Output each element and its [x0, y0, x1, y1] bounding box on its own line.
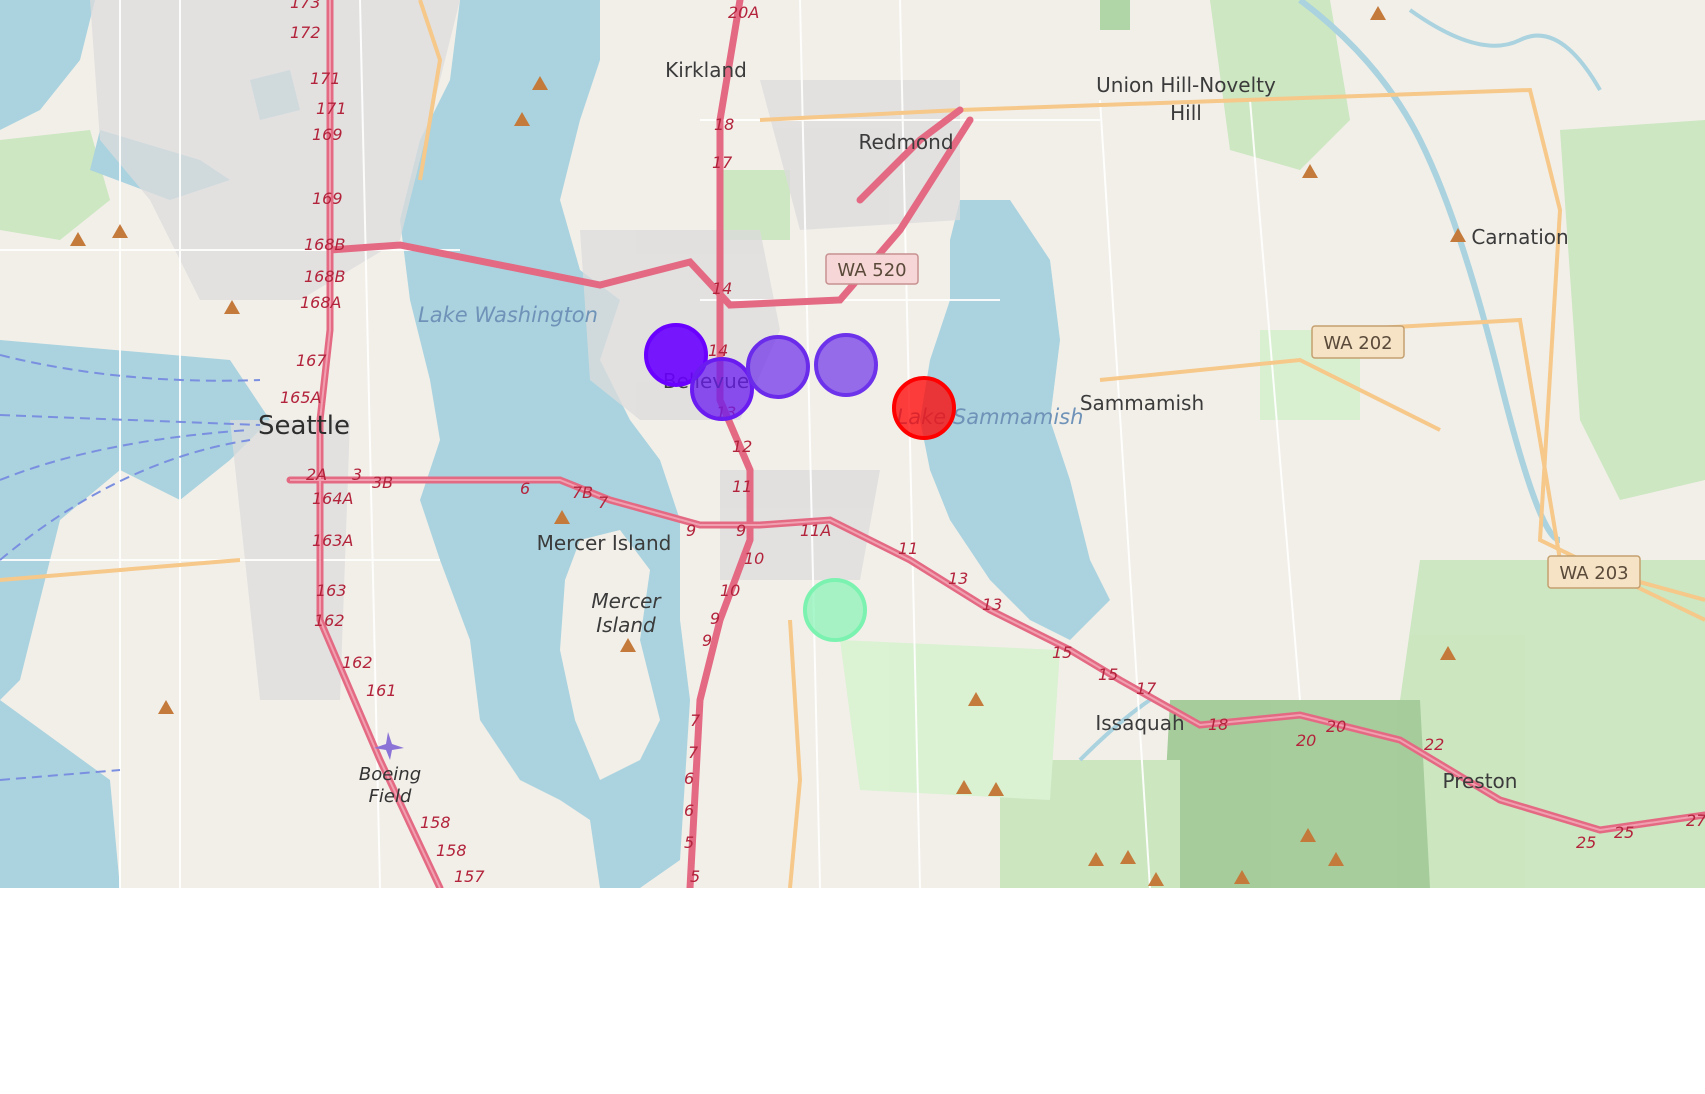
place-label-mercer-island: Mercer Island [537, 531, 672, 555]
exit-label: 17 [1136, 679, 1157, 698]
exit-label: 158 [420, 813, 451, 832]
marker-6-circle[interactable] [803, 578, 867, 642]
exit-label: 6 [684, 801, 694, 820]
exit-label: 172 [290, 23, 321, 42]
marker-3-circle[interactable] [746, 335, 810, 399]
exit-label: 169 [312, 125, 343, 144]
exit-label: 7 [598, 493, 609, 512]
area-label-mercer-island-2: Island [596, 613, 656, 637]
water-label-lake-washington: Lake Washington [418, 303, 598, 327]
exit-label: 14 [708, 341, 728, 360]
exit-label: 7 [690, 711, 701, 730]
place-label-carnation: Carnation [1471, 225, 1568, 249]
exit-label: 9 [710, 609, 720, 628]
exit-label: 18 [714, 115, 734, 134]
exit-label: 165A [280, 388, 321, 407]
marker-2-circle[interactable] [690, 357, 754, 421]
marker-5-circle[interactable] [892, 376, 956, 440]
exit-label: 10 [744, 549, 764, 568]
exit-label: 168B [304, 235, 346, 254]
exit-label: 14 [712, 279, 732, 298]
place-label-redmond: Redmond [858, 130, 953, 154]
exit-label: 171 [310, 69, 341, 88]
exit-label: 22 [1424, 735, 1444, 754]
place-label-union-hill: Union Hill-Novelty [1096, 73, 1276, 97]
exit-label: 157 [454, 867, 485, 886]
exit-label: 27 [1686, 811, 1705, 830]
exit-label: 169 [312, 189, 343, 208]
exit-label: 15 [1052, 643, 1072, 662]
exit-label: 6 [520, 479, 530, 498]
place-label-sammamish: Sammamish [1080, 391, 1204, 415]
shield-wa203: WA 203 [1559, 563, 1628, 584]
place-label-union-hill-2: Hill [1170, 101, 1202, 125]
exit-label: 2A [306, 465, 327, 484]
exit-label: 173 [290, 0, 321, 12]
exit-label: 13 [948, 569, 968, 588]
exit-label: 163 [316, 581, 347, 600]
exit-label: 3B [372, 473, 393, 492]
exit-label: 164A [312, 489, 353, 508]
exit-label: 11A [800, 521, 831, 540]
shield-wa520: WA 520 [837, 260, 906, 281]
marker-4-circle[interactable] [814, 333, 878, 397]
place-label-issaquah: Issaquah [1095, 711, 1184, 735]
exit-label: 20 [1326, 717, 1346, 736]
exit-label: 13 [982, 595, 1002, 614]
exit-label: 168B [304, 267, 346, 286]
exit-label: 15 [1098, 665, 1118, 684]
place-label-seattle: Seattle [258, 411, 350, 441]
exit-label: 25 [1576, 833, 1596, 852]
exit-label: 9 [736, 521, 746, 540]
exit-label: 161 [366, 681, 397, 700]
exit-label: 9 [686, 521, 696, 540]
exit-label: 20 [1296, 731, 1316, 750]
exit-label: 11 [732, 477, 752, 496]
exit-label: 17 [712, 153, 733, 172]
map-view[interactable]: WA 520 WA 202 WA 203 173 172 171 171 169… [0, 0, 1705, 888]
exit-label: 12 [732, 437, 752, 456]
exit-label: 11 [898, 539, 918, 558]
exit-label: 5 [690, 867, 700, 886]
exit-label: 6 [684, 769, 694, 788]
exit-label: 3 [352, 465, 362, 484]
exit-label: 162 [342, 653, 373, 672]
area-label-mercer-island-1: Mercer [591, 589, 662, 613]
exit-label: 167 [296, 351, 327, 370]
map-tiles: WA 520 WA 202 WA 203 173 172 171 171 169… [0, 0, 1705, 888]
exit-label: 20A [728, 3, 759, 22]
blank-area [0, 888, 1705, 1094]
exit-label: 171 [316, 99, 347, 118]
exit-label: 5 [684, 833, 694, 852]
exit-label: 9 [702, 631, 712, 650]
exit-label: 163A [312, 531, 353, 550]
exit-label: 162 [314, 611, 345, 630]
exit-label: 10 [720, 581, 740, 600]
exit-label: 168A [300, 293, 341, 312]
place-label-boeing: Boeing [359, 764, 421, 785]
place-label-field: Field [369, 786, 412, 807]
place-label-kirkland: Kirkland [665, 58, 747, 82]
exit-label: 25 [1614, 823, 1634, 842]
exit-label: 7B [572, 483, 593, 502]
exit-label: 7 [688, 743, 699, 762]
exit-label: 18 [1208, 715, 1228, 734]
exit-label: 158 [436, 841, 467, 860]
place-label-preston: Preston [1443, 769, 1518, 793]
shield-wa202: WA 202 [1323, 333, 1392, 354]
